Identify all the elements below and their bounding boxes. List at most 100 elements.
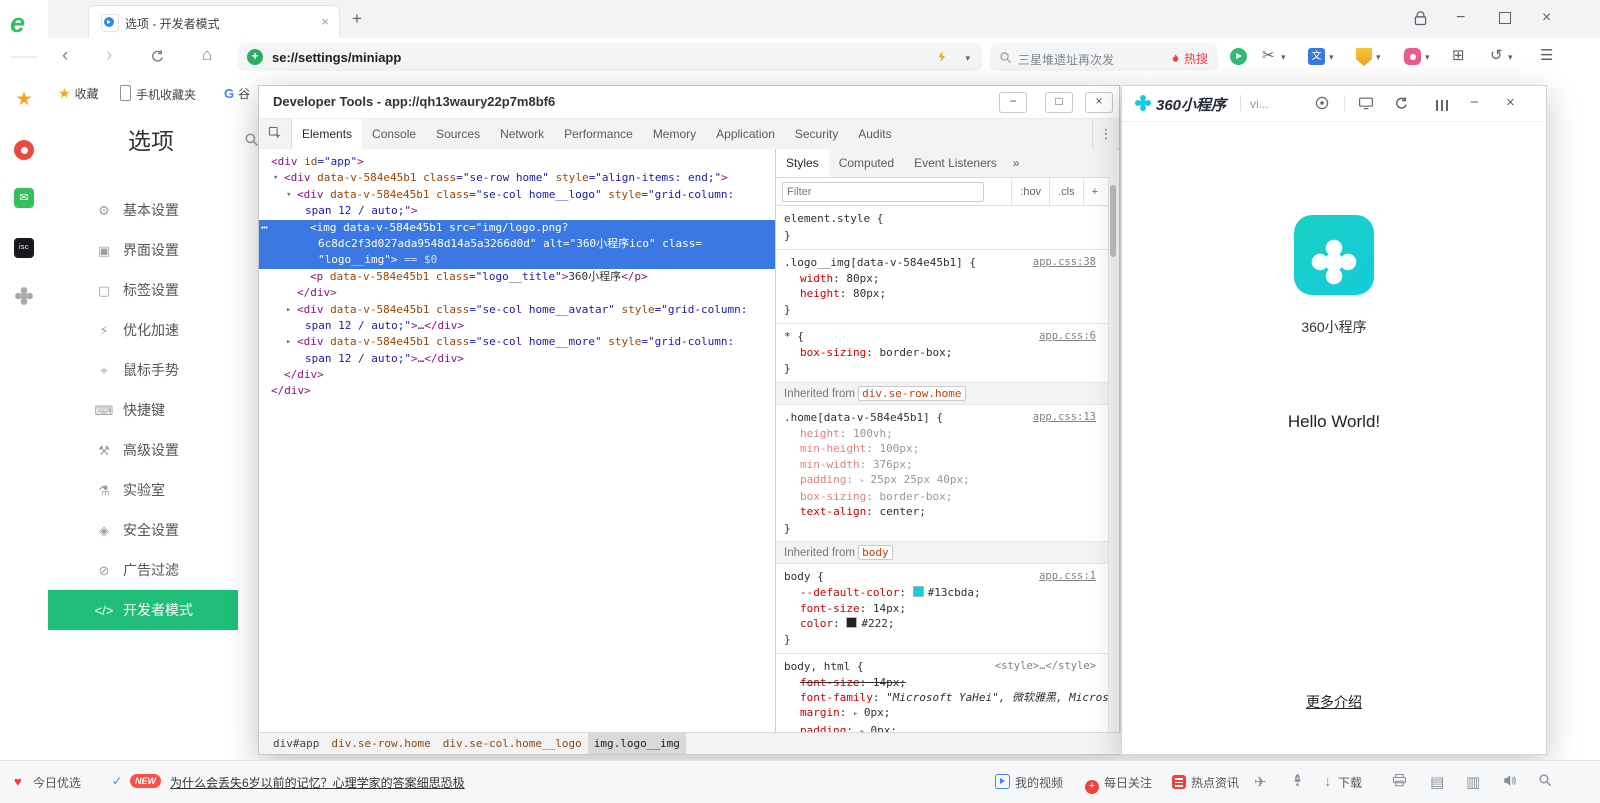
node-link[interactable]: body: [858, 545, 893, 560]
pseudo-hover-toggle[interactable]: :hov: [1011, 179, 1049, 206]
color-swatch[interactable]: [846, 617, 857, 628]
expand-arrow-icon[interactable]: ▸: [286, 302, 291, 318]
dom-tree-line[interactable]: span 12 / auto;">…</div>: [259, 351, 775, 367]
miniapp-more-link[interactable]: 更多介绍: [1122, 692, 1546, 712]
css-property[interactable]: width: 80px;: [776, 271, 1117, 286]
collapse-arrow-icon[interactable]: ▾: [286, 187, 291, 203]
site-safety-icon[interactable]: +: [247, 49, 263, 65]
devtools-tab-performance[interactable]: Performance: [554, 119, 643, 149]
clipboard-icon[interactable]: ▥: [1466, 773, 1480, 791]
browser-search[interactable]: 三星堆遗址再次发 热搜: [990, 43, 1218, 71]
devtools-minimize-button[interactable]: −: [999, 92, 1027, 113]
daily-picks-label[interactable]: 今日优选: [33, 774, 81, 791]
devtools-tab-security[interactable]: Security: [785, 119, 848, 149]
css-property[interactable]: height: 100vh;: [776, 426, 1117, 441]
new-rule-button[interactable]: +: [1083, 179, 1106, 206]
devtools-tab-network[interactable]: Network: [490, 119, 554, 149]
stylesheet-link[interactable]: app.css:13: [1033, 410, 1096, 425]
dom-tree-line[interactable]: ▸<div data-v-584e45b1 class="se-col home…: [259, 302, 775, 318]
dom-tree-line[interactable]: ▸<div data-v-584e45b1 class="se-col home…: [259, 334, 775, 350]
gamepad-icon[interactable]: [1404, 48, 1421, 65]
inspect-element-icon[interactable]: [259, 119, 292, 149]
stylesheet-link[interactable]: app.css:1: [1039, 569, 1096, 584]
forward-button[interactable]: ›: [106, 45, 112, 67]
dom-selected-line[interactable]: ⋯<img data-v-584e45b1 src="img/logo.png?: [259, 220, 775, 236]
translate-dropdown-icon[interactable]: ▾: [1329, 52, 1334, 63]
sidebar-item[interactable]: ⚒高级设置: [48, 430, 238, 470]
isc-app-icon[interactable]: isc: [14, 238, 34, 258]
devtools-maximize-button[interactable]: □: [1045, 92, 1073, 113]
bookmark-google[interactable]: G谷: [224, 85, 250, 102]
sidebar-item[interactable]: ⚙基本设置: [48, 190, 238, 230]
node-menu-icon[interactable]: ⋯: [261, 220, 267, 236]
css-selector[interactable]: body, html: [784, 660, 850, 673]
monitor-icon[interactable]: [1358, 95, 1374, 114]
scissors-dropdown-icon[interactable]: ▾: [1281, 52, 1286, 63]
dom-tree-line[interactable]: <p data-v-584e45b1 class="logo__title">3…: [259, 269, 775, 285]
breadcrumb-item[interactable]: div.se-row.home: [325, 733, 436, 754]
address-bar[interactable]: + se://settings/miniapp ▾: [238, 43, 982, 71]
printer-icon[interactable]: [1392, 773, 1407, 792]
bookmark-mobile-folder[interactable]: 手机收藏夹: [120, 85, 196, 103]
stylesheet-link[interactable]: app.css:6: [1039, 329, 1096, 344]
settings-search-icon[interactable]: [244, 132, 259, 150]
hot-search-label[interactable]: 热搜: [1184, 52, 1208, 66]
css-selector[interactable]: .home[data-v-584e45b1]: [784, 411, 930, 424]
devtools-more-icon[interactable]: ⋮: [1092, 119, 1119, 149]
devtools-titlebar[interactable]: Developer Tools - app://qh13waury22p7m8b…: [259, 86, 1119, 119]
translate-icon[interactable]: 文: [1308, 48, 1325, 65]
my-videos-item[interactable]: 我的视频: [995, 774, 1063, 791]
css-rule[interactable]: <style>…</style>body, html {font-size: 1…: [776, 654, 1117, 732]
collapse-arrow-icon[interactable]: ▾: [273, 170, 278, 186]
sidebar-item[interactable]: ▢标签设置: [48, 270, 238, 310]
css-rule[interactable]: app.css:6* {box-sizing: border-box;}: [776, 324, 1117, 383]
sidebar-item[interactable]: ▣界面设置: [48, 230, 238, 270]
mail-app-icon[interactable]: ✉: [14, 188, 34, 208]
miniapp-close-button[interactable]: ×: [1506, 93, 1515, 113]
css-property[interactable]: font-size: 14px;: [776, 601, 1117, 616]
css-property[interactable]: box-sizing: border-box;: [776, 345, 1117, 360]
window-minimize-button[interactable]: −: [1456, 9, 1465, 27]
css-property[interactable]: font-family: "Microsoft YaHei", 微软雅黑, Mi…: [776, 690, 1117, 705]
undo-icon[interactable]: ↺: [1490, 46, 1503, 64]
sidebar-item[interactable]: ⊘广告过滤: [48, 550, 238, 590]
record-app-icon[interactable]: [1230, 48, 1247, 65]
search-icon[interactable]: [1538, 773, 1552, 791]
undo-dropdown-icon[interactable]: ▾: [1508, 52, 1513, 63]
shield-dropdown-icon[interactable]: ▾: [1376, 52, 1381, 63]
hot-search-tag[interactable]: 热搜: [1170, 50, 1208, 67]
address-dropdown-icon[interactable]: ▾: [965, 53, 970, 64]
sidebar-item[interactable]: ⌖鼠标手势: [48, 350, 238, 390]
css-rule[interactable]: app.css:1body {--default-color: #13cbda;…: [776, 564, 1117, 653]
menu-icon[interactable]: ☰: [1540, 46, 1553, 64]
css-property[interactable]: font-size: 14px;: [776, 675, 1117, 690]
window-maximize-button[interactable]: [1499, 11, 1511, 29]
styles-scrollbar[interactable]: [1108, 177, 1117, 732]
css-property[interactable]: margin: ▸ 0px;: [776, 705, 1117, 722]
tab-close-icon[interactable]: ×: [321, 14, 329, 29]
more-actions-icon[interactable]: [1434, 98, 1449, 112]
scissors-icon[interactable]: ✂: [1262, 46, 1275, 64]
breadcrumb-item[interactable]: div.se-col.home__logo: [437, 733, 588, 754]
css-property[interactable]: min-width: 376px;: [776, 457, 1117, 472]
devtools-tab-audits[interactable]: Audits: [848, 119, 901, 149]
home-button[interactable]: ⌂: [202, 45, 212, 65]
expand-value-icon[interactable]: ▸: [860, 476, 871, 486]
styles-tab-computed[interactable]: Computed: [829, 149, 904, 177]
hot-news-item[interactable]: 热点资讯: [1172, 774, 1239, 791]
css-rule[interactable]: app.css:13.home[data-v-584e45b1] {height…: [776, 405, 1117, 542]
sidebar-item[interactable]: ⚡优化加速: [48, 310, 238, 350]
sidebar-item[interactable]: ⚗实验室: [48, 470, 238, 510]
new-tab-button[interactable]: +: [352, 9, 362, 29]
browser-tab[interactable]: 选项 - 开发者模式 ×: [88, 5, 340, 39]
dom-tree-line[interactable]: span 12 / auto;">: [259, 203, 775, 219]
devtools-tab-console[interactable]: Console: [362, 119, 426, 149]
styles-tab-event-listeners[interactable]: Event Listeners: [904, 149, 1007, 177]
refresh-button[interactable]: [150, 48, 165, 70]
sidebar-item[interactable]: </>开发者模式: [48, 590, 238, 630]
css-rule[interactable]: element.style {}: [776, 206, 1117, 250]
css-property[interactable]: color: #222;: [776, 616, 1117, 631]
speaker-icon[interactable]: [1502, 773, 1517, 792]
miniapp-minimize-button[interactable]: −: [1470, 93, 1479, 113]
breadcrumb-item[interactable]: div#app: [267, 733, 325, 754]
